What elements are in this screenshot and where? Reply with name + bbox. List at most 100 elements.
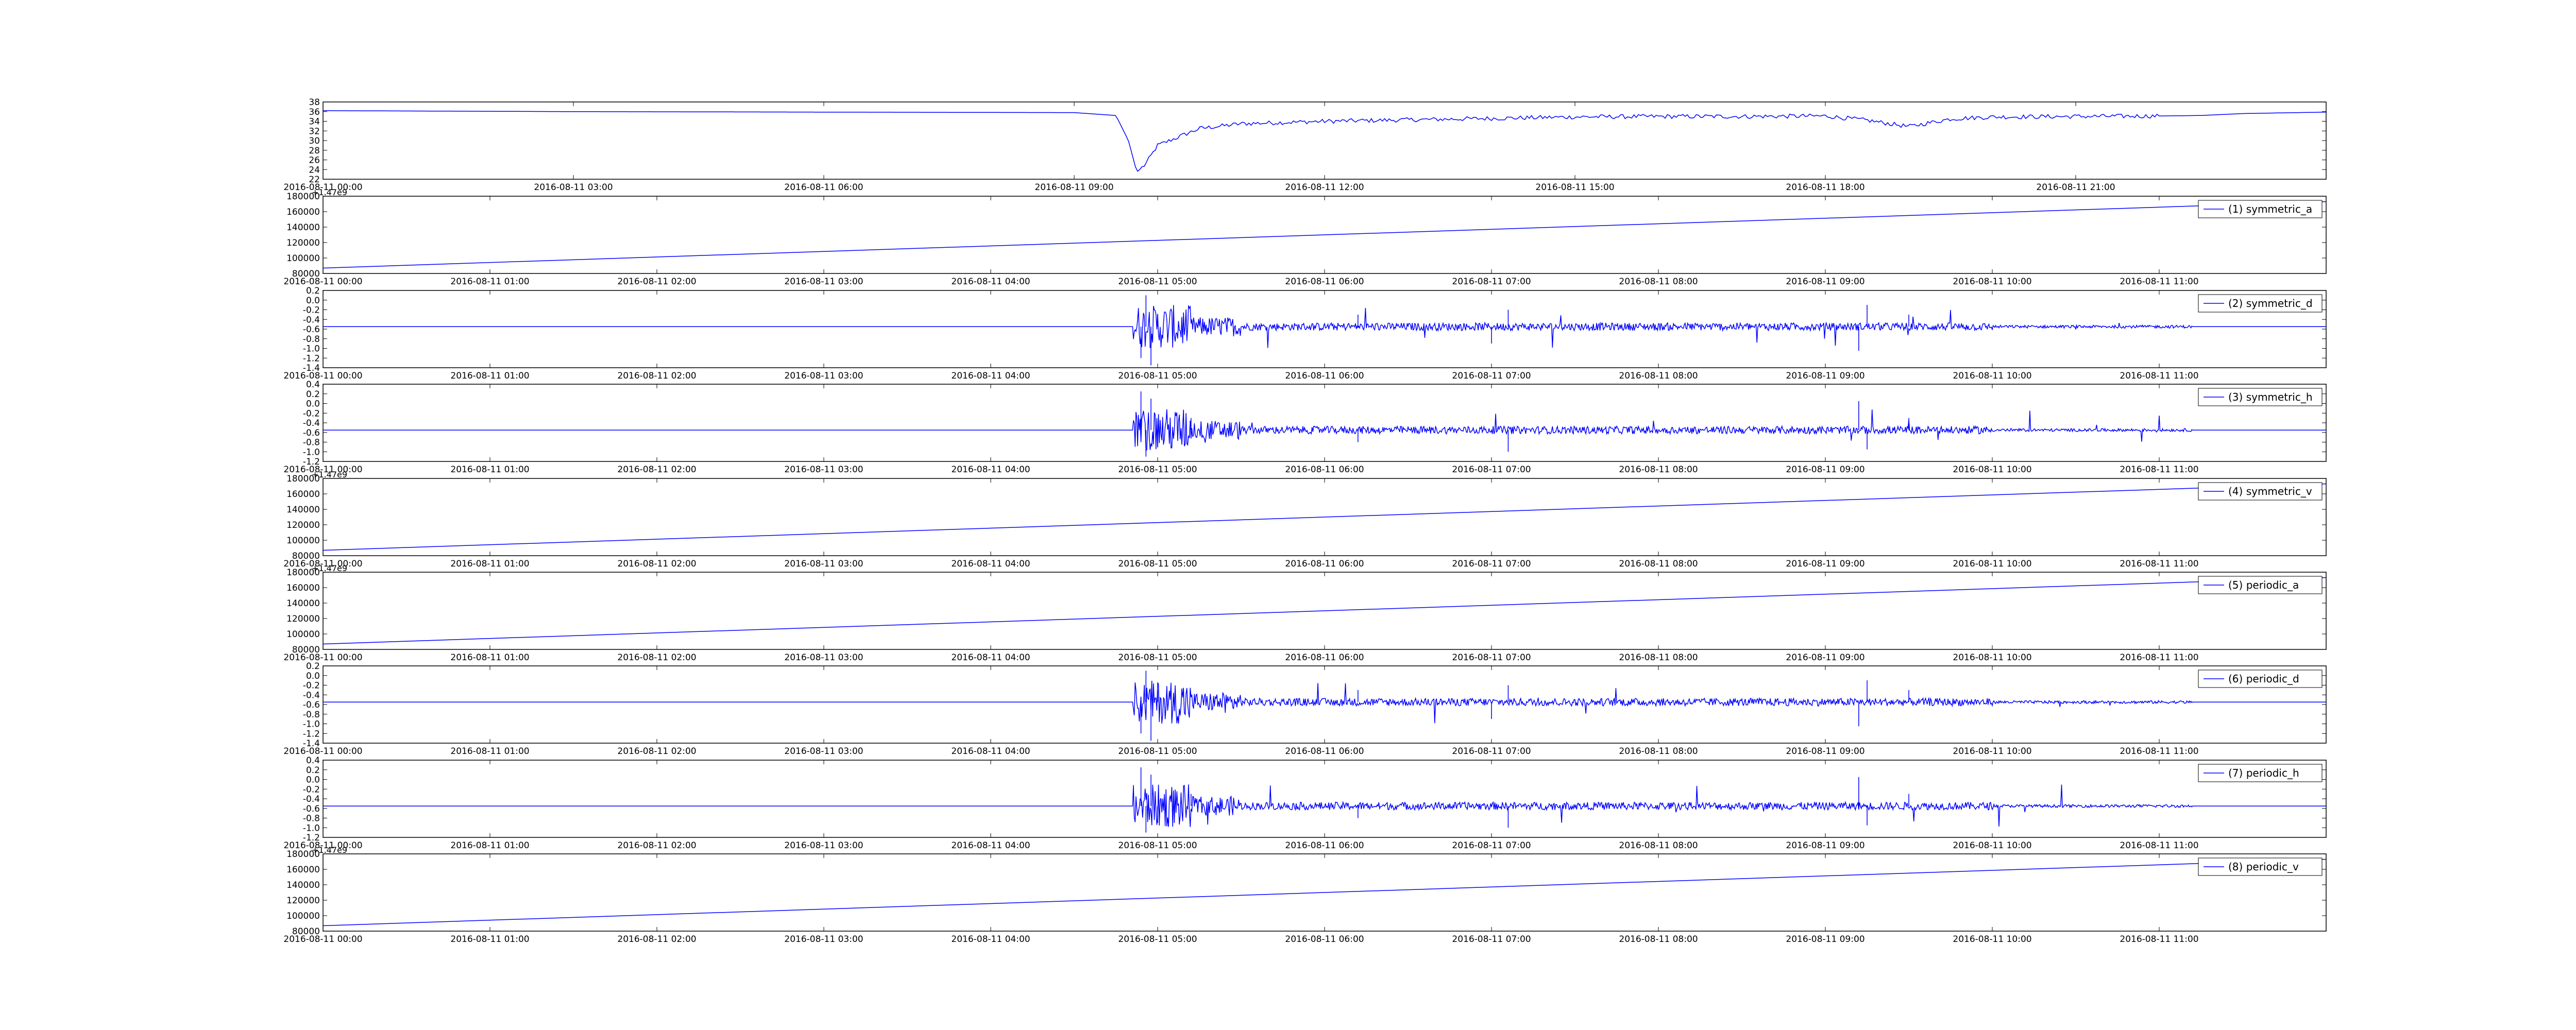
x-tick-label: 2016-08-11 10:00 [1953, 840, 2031, 851]
x-tick-label: 2016-08-11 02:00 [617, 934, 696, 945]
x-tick-label: 2016-08-11 01:00 [450, 277, 529, 287]
x-tick-label: 2016-08-11 04:00 [951, 934, 1030, 945]
x-tick-label: 2016-08-11 02:00 [617, 559, 696, 569]
y-tick-label: 140000 [286, 880, 320, 890]
x-tick-label: 2016-08-11 01:00 [450, 371, 529, 381]
x-tick-label: 2016-08-11 06:00 [1285, 746, 1364, 757]
y-tick-label: 120000 [286, 896, 320, 906]
x-tick-label: 2016-08-11 11:00 [2120, 934, 2198, 945]
x-tick-label: 2016-08-11 03:00 [784, 653, 863, 663]
x-tick-label: 2016-08-11 04:00 [951, 840, 1030, 851]
y-tick-label: 120000 [286, 520, 320, 530]
y-tick-label: 38 [309, 97, 320, 108]
y-tick-label: 24 [309, 165, 320, 175]
y-offset-label: +1.47e9 [312, 563, 347, 573]
y-tick-label: 36 [309, 107, 320, 117]
x-tick-label: 2016-08-11 06:00 [1285, 840, 1364, 851]
x-tick-label: 2016-08-11 09:00 [1035, 182, 1113, 193]
x-tick-label: 2016-08-11 08:00 [1619, 653, 1698, 663]
x-tick-label: 2016-08-11 08:00 [1619, 934, 1698, 945]
x-tick-label: 2016-08-11 08:00 [1619, 746, 1698, 757]
x-tick-label: 2016-08-11 02:00 [617, 277, 696, 287]
x-tick-label: 2016-08-11 01:00 [450, 653, 529, 663]
y-tick-label: -0.6 [303, 804, 320, 814]
y-tick-label: -1.0 [303, 344, 320, 354]
y-tick-label: -1.0 [303, 719, 320, 730]
x-tick-label: 2016-08-11 21:00 [2036, 182, 2115, 193]
x-tick-label: 2016-08-11 00:00 [283, 277, 362, 287]
y-tick-label: 120000 [286, 614, 320, 624]
legend: (5) periodic_a [2198, 576, 2323, 594]
y-offset-label: +1.47e9 [312, 470, 347, 479]
x-tick-label: 2016-08-11 01:00 [450, 746, 529, 757]
y-tick-label: 0.0 [306, 671, 320, 681]
x-tick-label: 2016-08-11 09:00 [1786, 277, 1865, 287]
y-tick-label: 160000 [286, 207, 320, 217]
legend-label: (8) periodic_v [2228, 861, 2299, 873]
x-tick-label: 2016-08-11 08:00 [1619, 371, 1698, 381]
x-tick-label: 2016-08-11 05:00 [1118, 371, 1197, 381]
x-tick-label: 2016-08-11 07:00 [1452, 277, 1531, 287]
y-tick-label: -0.2 [303, 305, 320, 316]
x-tick-label: 2016-08-11 01:00 [450, 559, 529, 569]
legend: (4) symmetric_v [2198, 482, 2323, 501]
y-tick-label: -0.6 [303, 700, 320, 710]
x-tick-label: 2016-08-11 06:00 [1285, 653, 1364, 663]
legend: (1) symmetric_a [2198, 200, 2323, 218]
y-tick-label: 30 [309, 136, 320, 146]
y-offset-label: +1.47e9 [312, 845, 347, 855]
x-tick-label: 2016-08-11 05:00 [1118, 559, 1197, 569]
x-tick-label: 2016-08-11 02:00 [617, 653, 696, 663]
x-tick-label: 2016-08-11 09:00 [1786, 465, 1865, 475]
x-tick-label: 2016-08-11 03:00 [534, 182, 613, 193]
x-tick-label: 2016-08-11 10:00 [1953, 746, 2031, 757]
y-tick-label: -0.8 [303, 814, 320, 824]
legend-label: (2) symmetric_d [2228, 297, 2313, 310]
x-tick-label: 2016-08-11 07:00 [1452, 653, 1531, 663]
x-tick-label: 2016-08-11 04:00 [951, 653, 1030, 663]
y-tick-label: 0.2 [306, 389, 320, 400]
x-tick-label: 2016-08-11 03:00 [784, 277, 863, 287]
x-tick-label: 2016-08-11 02:00 [617, 465, 696, 475]
x-tick-label: 2016-08-11 12:00 [1285, 182, 1364, 193]
y-tick-label: 140000 [286, 505, 320, 515]
y-tick-label: 140000 [286, 598, 320, 609]
x-tick-label: 2016-08-11 08:00 [1619, 465, 1698, 475]
x-tick-label: 2016-08-11 03:00 [784, 934, 863, 945]
legend-label: (7) periodic_h [2228, 767, 2299, 779]
y-tick-label: 140000 [286, 222, 320, 233]
x-tick-label: 2016-08-11 03:00 [784, 371, 863, 381]
x-tick-label: 2016-08-11 15:00 [1535, 182, 1614, 193]
y-tick-label: -0.2 [303, 408, 320, 419]
y-tick-label: 100000 [286, 536, 320, 546]
x-tick-label: 2016-08-11 02:00 [617, 371, 696, 381]
x-tick-label: 2016-08-11 03:00 [784, 746, 863, 757]
x-tick-label: 2016-08-11 09:00 [1786, 934, 1865, 945]
x-tick-label: 2016-08-11 09:00 [1786, 371, 1865, 381]
x-tick-label: 2016-08-11 05:00 [1118, 277, 1197, 287]
y-tick-label: 0.2 [306, 765, 320, 776]
y-tick-label: 0.4 [306, 380, 320, 390]
figure-background [0, 0, 2576, 1030]
x-tick-label: 2016-08-11 06:00 [1285, 559, 1364, 569]
y-tick-label: 0.0 [306, 399, 320, 409]
y-tick-label: 34 [309, 117, 320, 127]
x-tick-label: 2016-08-11 11:00 [2120, 840, 2198, 851]
y-tick-label: 32 [309, 126, 320, 136]
x-tick-label: 2016-08-11 05:00 [1118, 840, 1197, 851]
y-tick-label: -0.8 [303, 438, 320, 448]
x-tick-label: 2016-08-11 06:00 [784, 182, 863, 193]
legend-label: (4) symmetric_v [2228, 485, 2312, 497]
legend-label: (5) periodic_a [2228, 579, 2299, 591]
y-tick-label: -0.6 [303, 428, 320, 438]
y-tick-label: 0.2 [306, 286, 320, 296]
x-tick-label: 2016-08-11 10:00 [1953, 465, 2031, 475]
y-tick-label: 100000 [286, 629, 320, 640]
x-tick-label: 2016-08-11 10:00 [1953, 934, 2031, 945]
y-tick-label: -0.8 [303, 334, 320, 345]
y-tick-label: 0.0 [306, 296, 320, 306]
x-tick-label: 2016-08-11 11:00 [2120, 465, 2198, 475]
y-tick-label: -0.2 [303, 784, 320, 795]
y-tick-label: -0.4 [303, 315, 320, 325]
legend: (3) symmetric_h [2198, 388, 2323, 406]
